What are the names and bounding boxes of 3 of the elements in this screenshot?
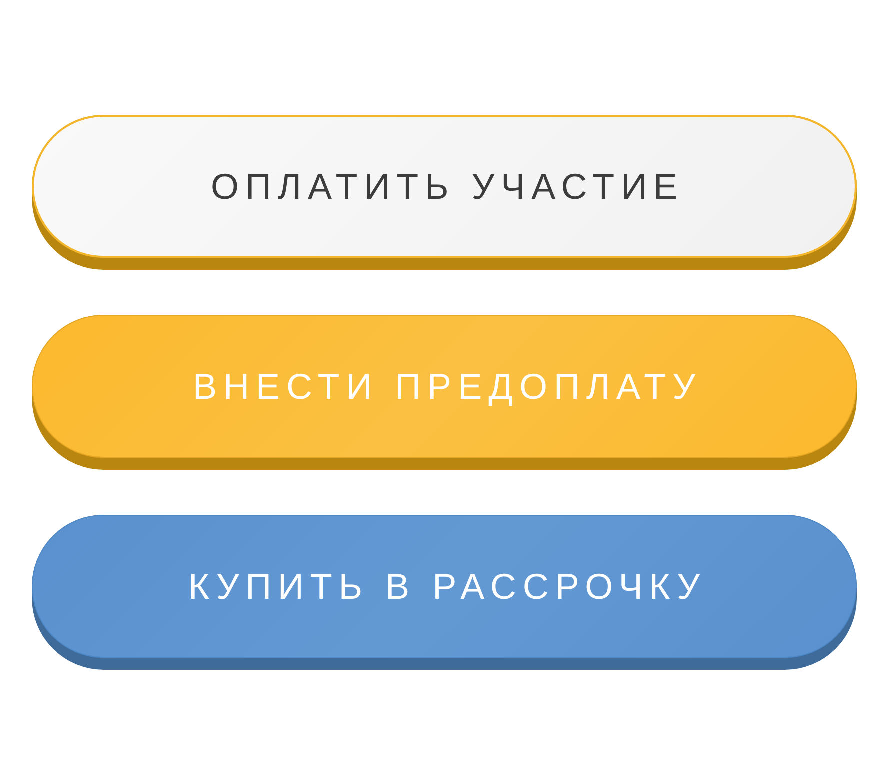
pill-button[interactable]: КУПИТЬ В РАССРОЧКУ — [32, 515, 857, 670]
pill-button[interactable]: ОПЛАТИТЬ УЧАСТИЕ — [32, 115, 857, 270]
pill-button[interactable]: ВНЕСТИ ПРЕДОПЛАТУ — [32, 315, 857, 470]
